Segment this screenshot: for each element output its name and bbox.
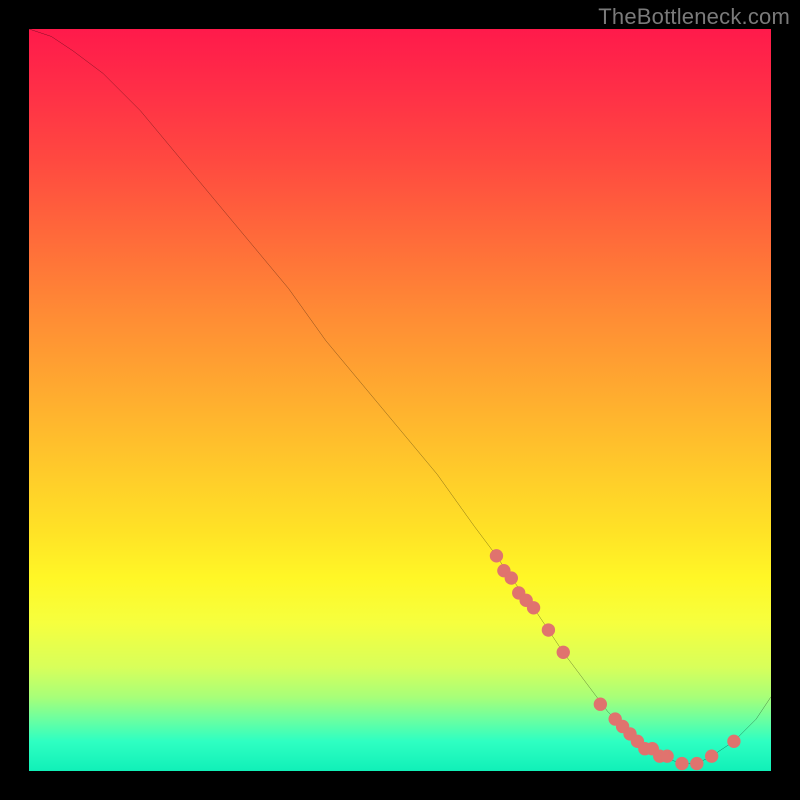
chart-stage: TheBottleneck.com	[0, 0, 800, 800]
bottleneck-curve	[29, 29, 771, 764]
marker-dot	[542, 623, 555, 636]
marker-dot	[557, 646, 570, 659]
watermark-text: TheBottleneck.com	[598, 4, 790, 30]
marker-dot	[594, 698, 607, 711]
curve-line	[29, 29, 771, 764]
marker-dot	[660, 749, 673, 762]
marker-dot	[690, 757, 703, 770]
marker-dot	[505, 571, 518, 584]
chart-overlay	[29, 29, 771, 771]
marker-dot	[490, 549, 503, 562]
marker-group	[490, 549, 741, 770]
marker-dot	[527, 601, 540, 614]
marker-dot	[705, 749, 718, 762]
marker-dot	[727, 735, 740, 748]
marker-dot	[675, 757, 688, 770]
